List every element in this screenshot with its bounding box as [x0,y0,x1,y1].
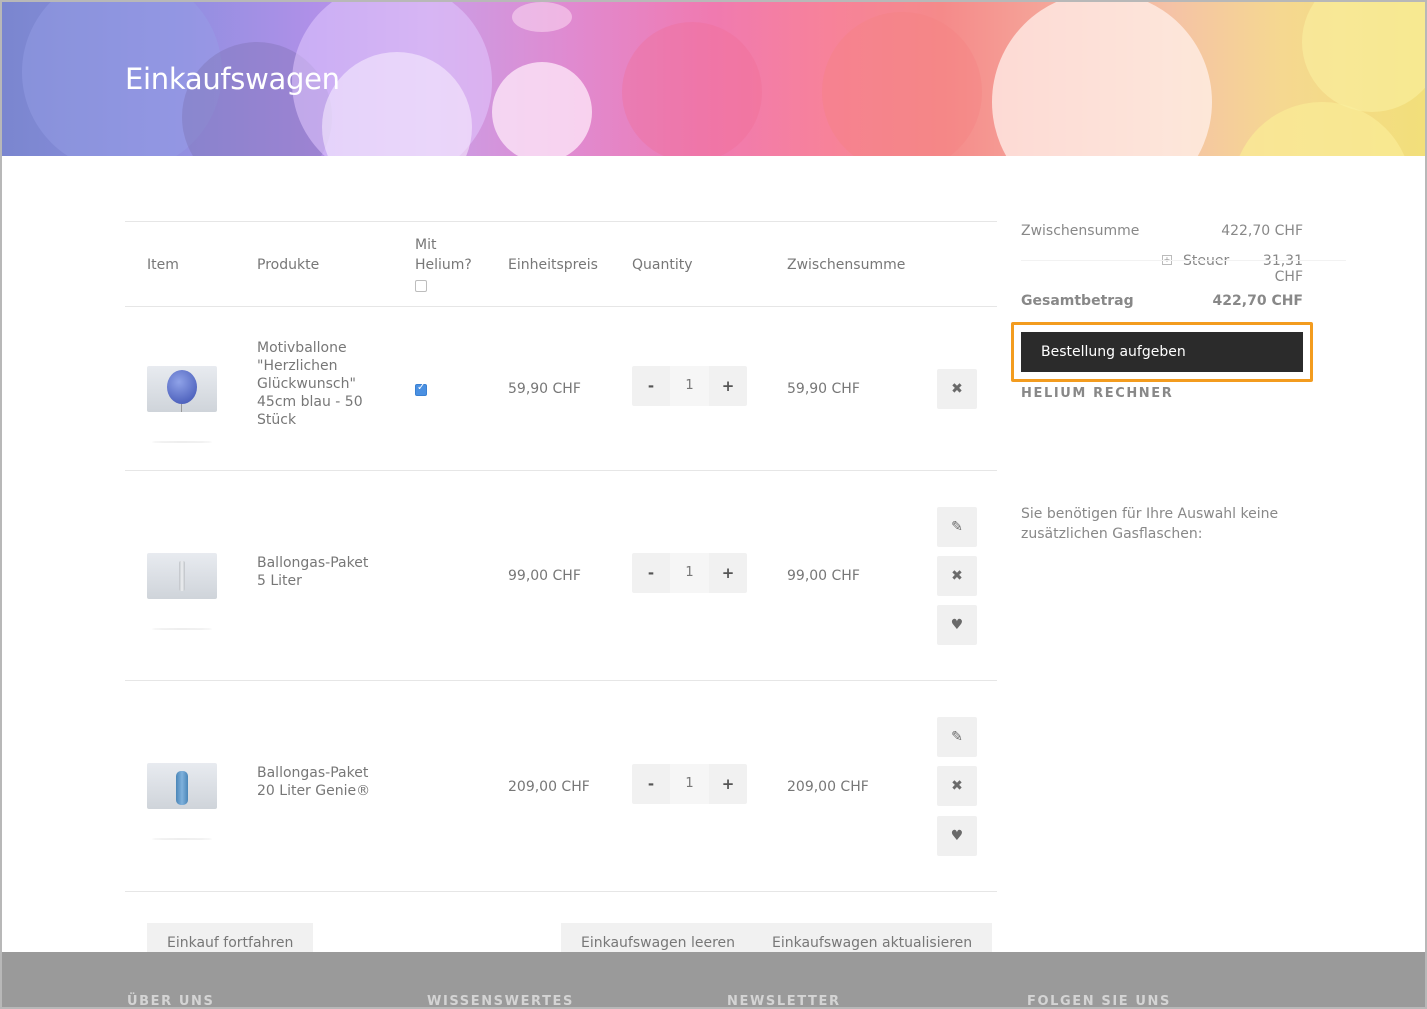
product-name-link[interactable]: Ballongas-Paket 5 Liter [257,554,377,590]
product-image[interactable] [147,366,217,412]
wishlist-button[interactable]: ♥ [937,605,977,645]
product-image[interactable] [147,553,217,599]
footer-heading-ueber-uns: ÜBER UNS [127,994,215,1009]
unit-price: 209,00 CHF [508,779,590,795]
row-subtotal: 209,00 CHF [787,779,869,795]
quantity-decrease-button[interactable]: - [632,553,670,593]
quantity-stepper: - 1 + [632,366,747,406]
total-value: 422,70 CHF [1212,293,1303,309]
product-name-link[interactable]: Motivballone "Herzlichen Glückwunsch" 45… [257,339,367,429]
quantity-decrease-button[interactable]: - [632,366,670,406]
close-icon: ✖ [951,568,963,584]
footer-heading-folgen-sie-uns: FOLGEN SIE UNS [1027,994,1171,1009]
helium-checkbox[interactable] [415,382,427,396]
checkout-highlight: Bestellung aufgeben [1011,322,1313,382]
column-header-quantity: Quantity [632,257,693,273]
row-subtotal: 59,90 CHF [787,381,860,397]
remove-item-button[interactable]: ✖ [937,766,977,806]
footer-heading-wissenswertes: WISSENSWERTES [427,994,574,1009]
remove-item-button[interactable]: ✖ [937,556,977,596]
helium-calculator-title: HELIUM RECHNER [1021,386,1174,401]
product-image[interactable] [147,763,217,809]
row-subtotal: 99,00 CHF [787,568,860,584]
unit-price: 59,90 CHF [508,381,581,397]
pencil-icon: ✎ [951,729,963,745]
quantity-decrease-button[interactable]: - [632,764,670,804]
helium-calculator-note: Sie benötigen für Ihre Auswahl keine zus… [1021,506,1279,542]
footer: ÜBER UNS WISSENSWERTES NEWSLETTER FOLGEN… [2,952,1425,1009]
close-icon: ✖ [951,381,963,397]
column-header-produkte: Produkte [257,257,320,273]
column-header-item: Item [147,257,179,273]
tax-label: Steuer [1183,253,1230,269]
edit-item-button[interactable]: ✎ [937,507,977,547]
checkout-button[interactable]: Bestellung aufgeben [1021,332,1303,372]
page-banner: Einkaufswagen [2,2,1425,156]
page: Einkaufswagen Item Produkte Mit Helium? … [0,0,1427,1009]
quantity-stepper: - 1 + [632,764,747,804]
close-icon: ✖ [951,778,963,794]
quantity-input[interactable]: 1 [670,366,709,406]
quantity-input[interactable]: 1 [670,553,709,593]
subtotal-label: Zwischensumme [1021,223,1140,239]
column-header-einheitspreis: Einheitspreis [508,257,598,273]
quantity-increase-button[interactable]: + [709,764,747,804]
column-header-zwischensumme: Zwischensumme [787,257,906,273]
footer-heading-newsletter: NEWSLETTER [727,994,841,1009]
heart-icon: ♥ [950,828,964,844]
column-header-mit-helium: Mit Helium? [415,237,472,273]
heart-icon: ♥ [950,617,964,633]
subtotal-value: 422,70 CHF [1221,223,1303,239]
edit-item-button[interactable]: ✎ [937,717,977,757]
page-title: Einkaufswagen [125,62,340,96]
unit-price: 99,00 CHF [508,568,581,584]
quantity-input[interactable]: 1 [670,764,709,804]
remove-item-button[interactable]: ✖ [937,369,977,409]
quantity-increase-button[interactable]: + [709,553,747,593]
wishlist-button[interactable]: ♥ [937,816,977,856]
tax-value: 31,31 CHF [1262,253,1303,285]
helium-select-all-checkbox[interactable] [415,280,427,292]
total-label: Gesamtbetrag [1021,293,1134,309]
product-name-link[interactable]: Ballongas-Paket 20 Liter Genie® [257,764,377,800]
quantity-increase-button[interactable]: + [709,366,747,406]
quantity-stepper: - 1 + [632,553,747,593]
pencil-icon: ✎ [951,519,963,535]
